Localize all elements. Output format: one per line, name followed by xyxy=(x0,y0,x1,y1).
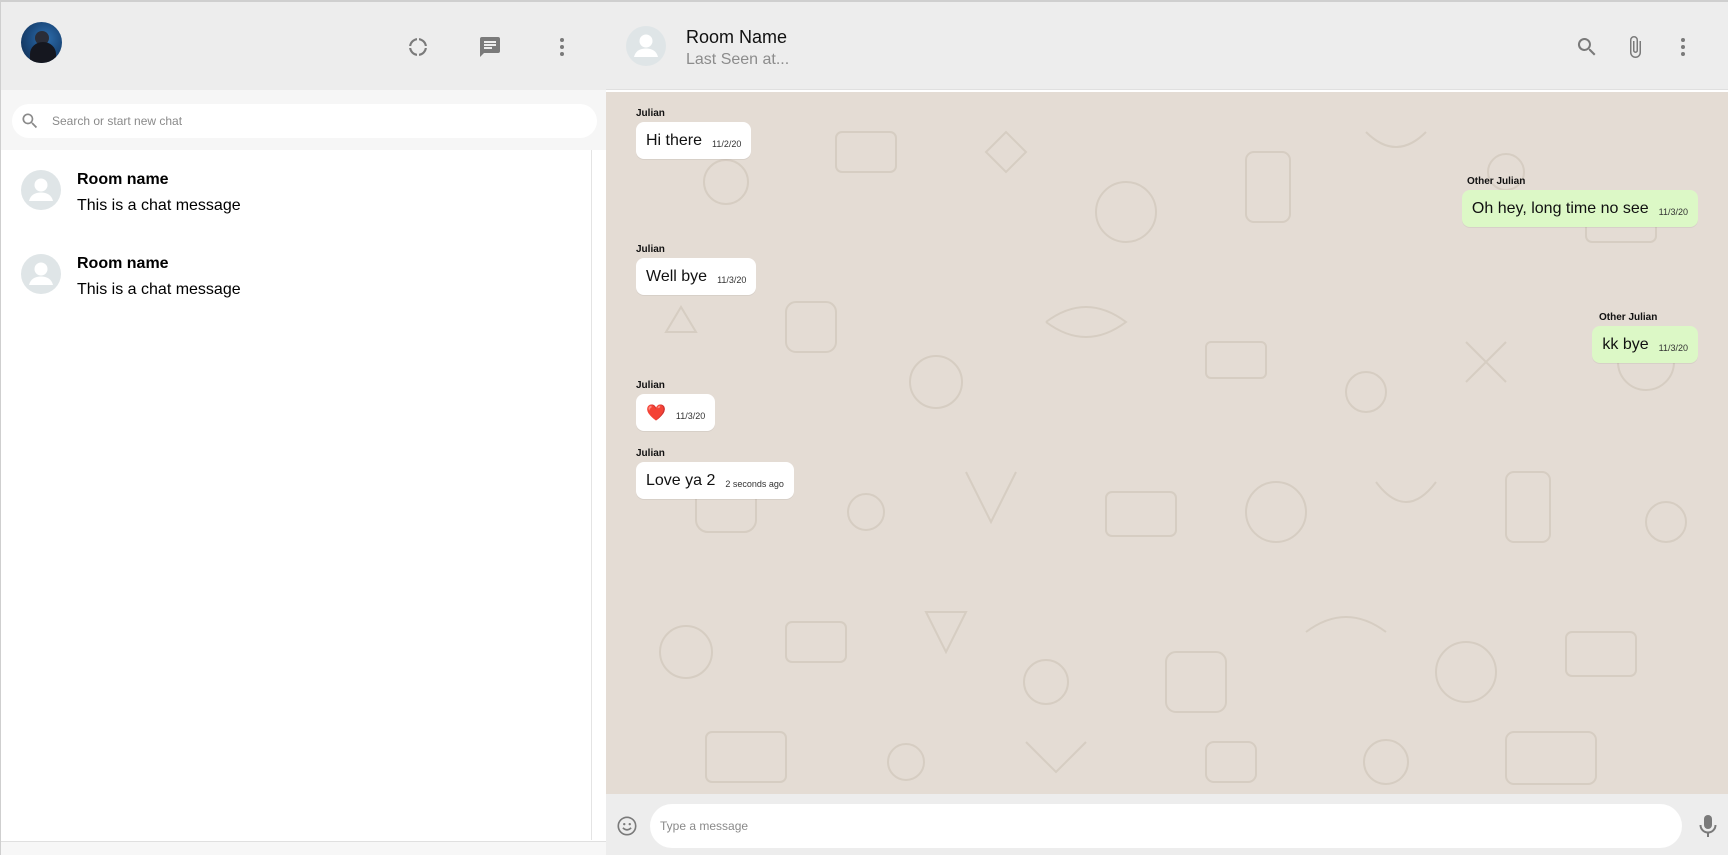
attach-icon[interactable] xyxy=(1622,34,1648,60)
message-bubble-incoming[interactable]: Love ya 2 2 seconds ago xyxy=(636,462,794,499)
message-sender: Julian xyxy=(636,380,665,391)
search-icon xyxy=(20,111,40,136)
more-vert-icon[interactable] xyxy=(549,34,575,60)
message-text: kk bye xyxy=(1602,335,1649,353)
message-sender: Julian xyxy=(636,108,665,119)
room-title: Room Name xyxy=(686,27,788,47)
new-chat-icon[interactable] xyxy=(477,34,503,60)
message-text: Oh hey, long time no see xyxy=(1471,199,1649,217)
message-timestamp: 11/3/20 xyxy=(1658,342,1688,353)
message-text: Love ya 2 xyxy=(646,471,716,489)
status-icon[interactable] xyxy=(405,34,431,60)
chat-footer xyxy=(606,794,1728,855)
chat-pane: Room Name Last Seen at... Julian Hi ther… xyxy=(606,0,1728,855)
message-bubble-outgoing[interactable]: Oh hey, long time no see 11/3/20 xyxy=(1461,190,1698,227)
search-input[interactable] xyxy=(52,104,582,138)
chat-list: Room name This is a chat message Room na… xyxy=(1,150,592,840)
search-box xyxy=(12,104,597,138)
message-timestamp: 11/3/20 xyxy=(1658,206,1688,217)
mic-icon[interactable] xyxy=(1698,814,1718,838)
message-bubble-incoming[interactable]: Hi there 11/2/20 xyxy=(636,122,752,159)
search-container xyxy=(1,90,606,150)
chat-room-name: Room name xyxy=(77,255,169,272)
message-sender: Julian xyxy=(636,448,665,459)
message-input[interactable] xyxy=(650,804,1682,848)
default-avatar-icon xyxy=(21,254,61,294)
default-avatar-icon xyxy=(21,170,61,210)
chat-list-item[interactable]: Room name This is a chat message xyxy=(1,150,591,234)
message-timestamp: 11/2/20 xyxy=(712,138,742,149)
chat-last-message: This is a chat message xyxy=(77,281,241,298)
chat-last-message: This is a chat message xyxy=(77,197,241,214)
message-text: Well bye xyxy=(646,267,708,285)
profile-avatar[interactable] xyxy=(21,22,62,63)
search-icon[interactable] xyxy=(1574,34,1600,60)
message-timestamp: 11/3/20 xyxy=(717,274,747,285)
emoji-icon[interactable] xyxy=(616,815,638,837)
room-avatar-icon[interactable] xyxy=(626,26,666,66)
message-sender: Other Julian xyxy=(1467,176,1526,187)
avatar-figure-body xyxy=(30,42,56,63)
message-text: ❤️ xyxy=(646,404,666,422)
more-vert-icon[interactable] xyxy=(1670,34,1696,60)
chat-messages-area[interactable]: Julian Hi there 11/2/20 Other Julian Oh … xyxy=(606,92,1728,794)
chat-room-name: Room name xyxy=(77,171,169,188)
message-bubble-incoming[interactable]: Well bye 11/3/20 xyxy=(636,258,757,295)
message-bubble-outgoing[interactable]: kk bye 11/3/20 xyxy=(1592,326,1698,363)
last-seen-text: Last Seen at... xyxy=(686,51,790,68)
sidebar-header xyxy=(1,2,606,90)
message-bubble-incoming[interactable]: ❤️ 11/3/20 xyxy=(636,394,716,431)
message-sender: Julian xyxy=(636,244,665,255)
message-timestamp: 11/3/20 xyxy=(675,410,706,421)
message-timestamp: 2 seconds ago xyxy=(725,478,784,489)
message-text: Hi there xyxy=(646,131,703,149)
sidebar: Room name This is a chat message Room na… xyxy=(0,0,606,855)
message-sender: Other Julian xyxy=(1599,312,1658,323)
chat-header: Room Name Last Seen at... xyxy=(606,2,1728,90)
sidebar-footer-strip xyxy=(1,841,606,855)
chat-list-item[interactable]: Room name This is a chat message xyxy=(1,234,591,318)
